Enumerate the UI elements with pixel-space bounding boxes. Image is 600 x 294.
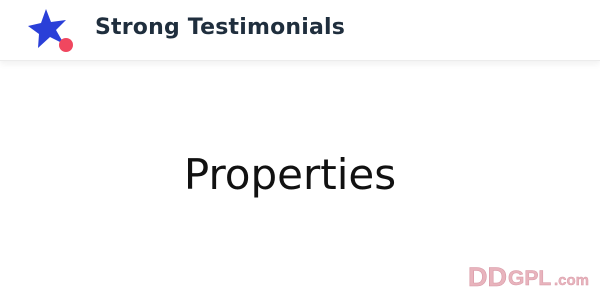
brand-name[interactable]: Strong Testimonials: [95, 12, 345, 44]
svg-text:GPL: GPL: [508, 267, 551, 290]
site-header: Strong Testimonials: [0, 0, 600, 61]
ddgpl-watermark-logo: DD GPL .com: [468, 262, 589, 290]
page-title: Properties: [183, 150, 397, 199]
star-logo-icon: [28, 9, 73, 52]
svg-text:.com: .com: [554, 272, 589, 289]
svg-text:DD: DD: [468, 262, 507, 290]
